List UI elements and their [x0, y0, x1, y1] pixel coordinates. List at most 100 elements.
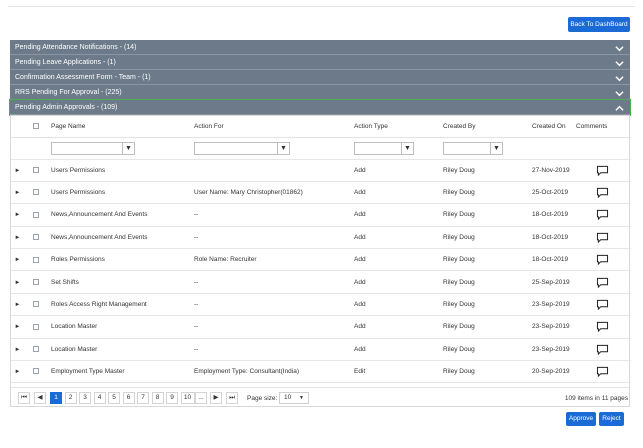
- header-select-all[interactable]: [24, 116, 48, 138]
- comment-icon[interactable]: [596, 277, 609, 288]
- table-row[interactable]: ► Users Permissions Add Riley Doug 27-Nov-20…: [11, 159, 631, 182]
- action-for-filter-input[interactable]: [194, 141, 278, 155]
- comment-icon[interactable]: [596, 366, 609, 378]
- table-row[interactable]: ► Roles Access Right Management -- Add Riley…: [11, 293, 631, 317]
- caret-right-icon[interactable]: ►: [15, 257, 21, 263]
- table-row[interactable]: ► News,Announcement And Events -- Add Riley …: [11, 203, 631, 227]
- row-select[interactable]: [24, 338, 48, 362]
- filter-icon[interactable]: ▼: [490, 141, 503, 155]
- row-expander[interactable]: ►: [11, 159, 24, 182]
- caret-right-icon[interactable]: ►: [15, 168, 21, 174]
- table-row[interactable]: ► Location Master -- Add Riley Doug 23-Sep-20…: [11, 338, 631, 362]
- comment-icon[interactable]: [596, 299, 609, 311]
- row-checkbox[interactable]: [33, 346, 39, 353]
- page-name-filter-input[interactable]: [51, 141, 123, 155]
- filter-icon[interactable]: ▼: [122, 141, 135, 155]
- page-number-button[interactable]: 2: [64, 392, 77, 404]
- row-expander[interactable]: ►: [11, 360, 24, 384]
- select-all-checkbox[interactable]: [33, 123, 39, 130]
- page-number-button[interactable]: 1: [50, 392, 62, 404]
- column-header-created-on[interactable]: Created On: [529, 116, 573, 138]
- table-row[interactable]: ► Employment Type Master Employment Type: …: [11, 360, 631, 384]
- column-header-action-type[interactable]: Action Type: [351, 116, 440, 138]
- comment-icon[interactable]: [596, 187, 609, 199]
- back-to-dashboard-button[interactable]: Back To DashBoard: [568, 17, 630, 32]
- page-number-button[interactable]: 6: [122, 392, 135, 404]
- comment-icon[interactable]: [596, 165, 609, 176]
- comment-icon[interactable]: [596, 209, 609, 221]
- table-row[interactable]: ► Users Permissions User Name: Mary Christ…: [11, 181, 631, 205]
- column-header-action-for[interactable]: Action For: [191, 116, 351, 138]
- filter-icon[interactable]: ▼: [401, 141, 414, 155]
- row-select[interactable]: [24, 159, 48, 182]
- filter-icon[interactable]: ▼: [277, 141, 290, 155]
- row-checkbox[interactable]: [33, 166, 39, 173]
- row-select[interactable]: [24, 293, 48, 317]
- row-select[interactable]: [24, 315, 48, 339]
- row-expander[interactable]: ►: [11, 203, 24, 227]
- row-expander[interactable]: ►: [11, 270, 24, 294]
- prev-page-button[interactable]: ◀: [34, 392, 46, 404]
- row-select[interactable]: [24, 181, 48, 205]
- row-expander[interactable]: ►: [11, 293, 24, 317]
- column-header-created-by[interactable]: Created By: [440, 116, 529, 138]
- page-number-button[interactable]: 7: [137, 392, 149, 404]
- row-expander[interactable]: ►: [11, 226, 24, 250]
- created-by-filter-input[interactable]: [443, 141, 491, 155]
- caret-right-icon[interactable]: ►: [15, 347, 21, 353]
- caret-right-icon[interactable]: ►: [15, 280, 21, 286]
- comment-icon[interactable]: [596, 254, 609, 266]
- row-select[interactable]: [24, 203, 48, 227]
- row-checkbox[interactable]: [33, 189, 39, 196]
- caret-right-icon[interactable]: ►: [15, 190, 21, 196]
- row-checkbox[interactable]: [33, 211, 39, 218]
- approve-button[interactable]: Approve: [566, 412, 596, 426]
- first-page-button[interactable]: ⏮: [18, 392, 30, 404]
- row-checkbox[interactable]: [33, 234, 39, 241]
- caret-right-icon[interactable]: ►: [15, 369, 21, 375]
- accordion-header[interactable]: RRS Pending For Approval - (225): [10, 85, 630, 100]
- accordion-header[interactable]: Pending Admin Approvals - (109): [9, 99, 631, 116]
- page-number-button[interactable]: 5: [108, 392, 120, 404]
- caret-right-icon[interactable]: ►: [15, 324, 21, 330]
- caret-right-icon[interactable]: ►: [15, 212, 21, 218]
- table-row[interactable]: ► Set Shifts -- Add Riley Doug 25-Sep-2019: [11, 270, 631, 294]
- row-checkbox[interactable]: [33, 278, 39, 285]
- table-row[interactable]: ► Location Master -- Add Riley Doug 23-Sep-20…: [11, 315, 631, 339]
- action-type-filter-input[interactable]: [354, 141, 402, 155]
- page-size-select[interactable]: 10 ▼: [279, 392, 309, 404]
- accordion-header[interactable]: Pending Attendance Notifications - (14): [10, 40, 630, 55]
- caret-right-icon[interactable]: ►: [15, 302, 21, 308]
- caret-right-icon[interactable]: ►: [15, 235, 21, 241]
- page-number-button[interactable]: 8: [151, 392, 164, 404]
- comment-icon[interactable]: [596, 321, 609, 333]
- row-checkbox[interactable]: [33, 368, 39, 375]
- next-page-button[interactable]: ▶: [210, 392, 222, 404]
- accordion-header[interactable]: Confirmation Assessment Form - Team - (1…: [10, 70, 630, 85]
- row-select[interactable]: [24, 360, 48, 384]
- row-checkbox[interactable]: [33, 323, 39, 330]
- accordion-header[interactable]: Pending Leave Applications - (1): [10, 55, 630, 70]
- row-select[interactable]: [24, 248, 48, 272]
- page-number-button[interactable]: ...: [195, 392, 207, 404]
- row-select[interactable]: [24, 226, 48, 250]
- page-number-button[interactable]: 4: [93, 392, 106, 404]
- row-checkbox[interactable]: [33, 256, 39, 263]
- column-header-page-name[interactable]: Page Name: [48, 116, 191, 138]
- last-page-button[interactable]: ⏭: [226, 392, 238, 404]
- reject-button[interactable]: Reject: [599, 412, 624, 426]
- page-number-button[interactable]: 9: [166, 392, 178, 404]
- row-expander[interactable]: ►: [11, 181, 24, 205]
- row-select[interactable]: [24, 270, 48, 294]
- row-expander[interactable]: ►: [11, 248, 24, 272]
- comment-icon[interactable]: [596, 232, 609, 243]
- page-number-button[interactable]: 10: [180, 392, 195, 404]
- comment-icon[interactable]: [596, 344, 609, 355]
- row-expander[interactable]: ►: [11, 315, 24, 339]
- table-row[interactable]: ► News,Announcement And Events -- Add Riley …: [11, 226, 631, 250]
- row-expander[interactable]: ►: [11, 338, 24, 362]
- table-row[interactable]: ► Roles Permissions Role Name: Recruiter Ad…: [11, 248, 631, 272]
- row-checkbox[interactable]: [33, 301, 39, 308]
- page-number-button[interactable]: 3: [79, 392, 91, 404]
- cell-created-by: Riley Doug: [440, 360, 529, 384]
